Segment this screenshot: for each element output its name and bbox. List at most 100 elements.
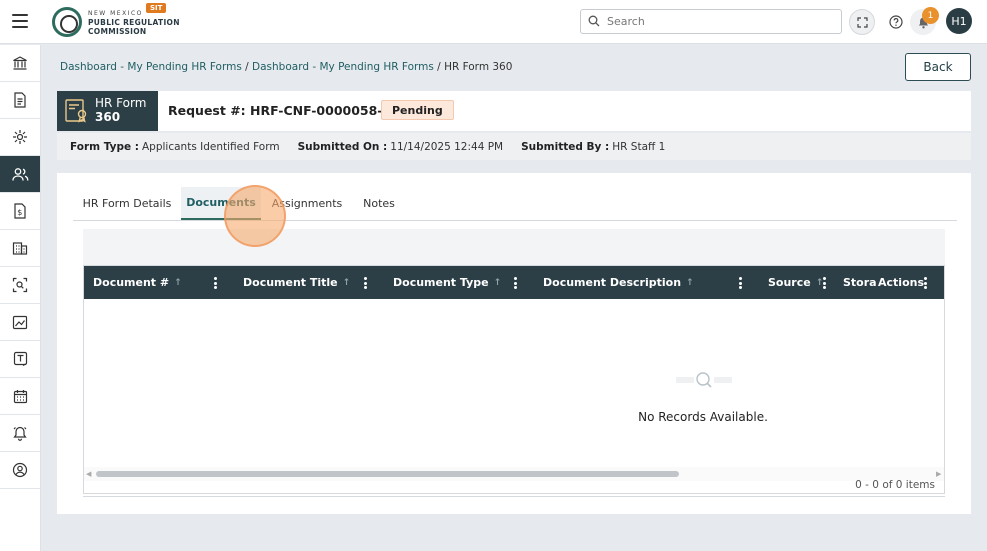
- sidebar-nav: $: [0, 45, 41, 551]
- column-header-storage[interactable]: Stora: [843, 266, 877, 299]
- search-icon: [588, 15, 600, 27]
- column-header-document-title[interactable]: Document Title ↑: [243, 266, 350, 299]
- bank-icon: [13, 56, 27, 70]
- money-document-icon: $: [14, 203, 26, 219]
- status-badge: Pending: [381, 100, 454, 120]
- breadcrumb-separator: /: [433, 61, 445, 73]
- column-menu-icon[interactable]: [214, 277, 217, 289]
- column-menu-icon[interactable]: [924, 277, 927, 289]
- request-number: Request #: HRF-CNF-0000058-25: [168, 103, 400, 118]
- column-header-document-type[interactable]: Document Type ↑: [393, 266, 501, 299]
- form-info-bar: Form Type : Applicants Identified Form S…: [57, 133, 971, 160]
- column-label: Document Description: [543, 276, 682, 289]
- sidebar-item-hr[interactable]: [0, 156, 40, 193]
- column-label: Document #: [93, 276, 170, 289]
- expand-icon: [856, 16, 868, 28]
- breadcrumb-link-1[interactable]: Dashboard - My Pending HR Forms: [60, 61, 242, 73]
- column-label: Document Title: [243, 276, 338, 289]
- scroll-right-icon[interactable]: ▶: [936, 470, 941, 478]
- alarm-bell-icon: [13, 426, 27, 441]
- column-menu-icon[interactable]: [823, 277, 826, 289]
- user-avatar[interactable]: H1: [946, 8, 972, 34]
- grid-toolbar: [83, 229, 945, 265]
- sidebar-item-search[interactable]: [0, 267, 40, 304]
- search-input[interactable]: [607, 13, 832, 30]
- column-menu-icon[interactable]: [364, 277, 367, 289]
- submitted-on-value: 11/14/2025 12:44 PM: [390, 140, 504, 153]
- pager-divider: [83, 496, 945, 497]
- back-button[interactable]: Back: [905, 53, 971, 81]
- user-circle-icon: [12, 462, 28, 478]
- column-menu-icon[interactable]: [514, 277, 517, 289]
- tab-assignments[interactable]: Assignments: [261, 187, 353, 220]
- tab-bar: HR Form Details Documents Assignments No…: [73, 187, 957, 221]
- breadcrumb-current: HR Form 360: [444, 61, 513, 73]
- sidebar-item-reports[interactable]: [0, 304, 40, 341]
- sidebar-item-calendar[interactable]: [0, 378, 40, 415]
- sidebar-item-profile[interactable]: [0, 452, 40, 489]
- scrollbar-thumb[interactable]: [96, 471, 679, 477]
- column-header-source[interactable]: Source ↑: [768, 266, 823, 299]
- scroll-left-icon[interactable]: ◀: [86, 470, 91, 478]
- column-menu-icon[interactable]: [739, 277, 742, 289]
- sort-arrow-icon: ↑: [686, 277, 694, 288]
- global-search[interactable]: [580, 9, 842, 34]
- menu-icon[interactable]: [12, 14, 28, 28]
- sort-arrow-icon: ↑: [493, 277, 502, 288]
- sidebar-item-buildings[interactable]: [0, 230, 40, 267]
- sidebar-item-templates[interactable]: [0, 341, 40, 378]
- request-header-card: HR Form 360 Request #: HRF-CNF-0000058-2…: [57, 91, 971, 131]
- column-label: Document Type: [393, 276, 489, 289]
- help-button[interactable]: [883, 9, 909, 35]
- scan-search-icon: [12, 277, 28, 293]
- form-number: 360: [95, 110, 121, 124]
- breadcrumb-link-2[interactable]: Dashboard - My Pending HR Forms: [252, 61, 434, 73]
- top-header: NEW MEXICO PUBLIC REGULATION COMMISSION …: [0, 0, 987, 44]
- content-card: HR Form Details Documents Assignments No…: [57, 173, 971, 514]
- submitted-by-label: Submitted By :: [521, 140, 610, 153]
- tab-notes[interactable]: Notes: [353, 187, 405, 220]
- environment-badge: SIT: [146, 3, 167, 13]
- breadcrumb: Dashboard - My Pending HR Forms / Dashbo…: [60, 61, 512, 73]
- form-type-value: Applicants Identified Form: [142, 140, 280, 153]
- empty-state-text: No Records Available.: [638, 410, 768, 424]
- svg-text:$: $: [17, 208, 22, 217]
- document-icon: [14, 92, 26, 108]
- no-records-icon: [676, 372, 732, 388]
- logo-line-3: COMMISSION: [88, 26, 147, 36]
- documents-grid: Document # ↑ Document Title ↑ Document Typ…: [83, 265, 945, 494]
- help-icon: [889, 15, 903, 29]
- fullscreen-button[interactable]: [849, 9, 875, 35]
- column-label: Stora: [843, 276, 877, 289]
- form-certificate-icon: [65, 99, 87, 123]
- logo-emblem-icon: [52, 7, 82, 37]
- sun-burst-icon: [13, 130, 27, 144]
- form-type-label: Form Type :: [70, 140, 139, 153]
- column-label: Source: [768, 276, 811, 289]
- tab-hr-form-details[interactable]: HR Form Details: [73, 187, 181, 220]
- column-header-document-number[interactable]: Document # ↑: [93, 266, 182, 299]
- column-header-document-description[interactable]: Document Description ↑: [543, 266, 694, 299]
- sidebar-item-alerts[interactable]: [0, 415, 40, 452]
- calendar-icon: [13, 389, 27, 403]
- pager-info: 0 - 0 of 0 items: [855, 479, 935, 491]
- chart-image-icon: [12, 315, 28, 329]
- submitted-on-label: Submitted On :: [297, 140, 388, 153]
- sidebar-item-utilities[interactable]: [0, 119, 40, 156]
- column-label: Actions: [878, 276, 924, 289]
- sidebar-item-bank[interactable]: [0, 45, 40, 82]
- logo-line-2: PUBLIC REGULATION: [88, 17, 180, 27]
- column-header-actions[interactable]: Actions: [878, 266, 924, 299]
- sidebar-item-documents[interactable]: [0, 82, 40, 119]
- users-icon: [11, 167, 28, 181]
- form-tag: HR Form 360: [57, 91, 158, 131]
- breadcrumb-separator: /: [241, 61, 253, 73]
- form-label: HR Form: [95, 96, 147, 110]
- tab-documents[interactable]: Documents: [181, 187, 261, 220]
- grid-header: Document # ↑ Document Title ↑ Document Typ…: [84, 266, 944, 299]
- sort-arrow-icon: ↑: [174, 277, 182, 288]
- notification-count-badge: 1: [922, 7, 939, 24]
- text-box-icon: [13, 351, 27, 367]
- sidebar-item-finance[interactable]: $: [0, 193, 40, 230]
- building-icon: [12, 242, 28, 255]
